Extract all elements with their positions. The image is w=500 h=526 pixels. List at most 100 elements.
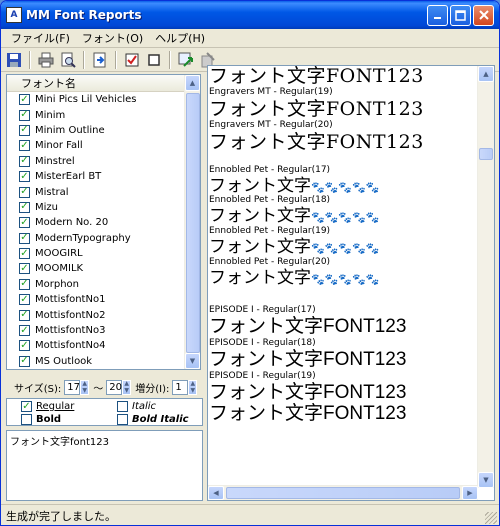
font-list-item[interactable]: ✓ Minim: [7, 107, 185, 122]
font-checkbox[interactable]: ✓: [19, 94, 30, 106]
preview-sample-text: フォント文字FONT123: [209, 382, 407, 404]
italic-option[interactable]: Italic: [117, 401, 156, 412]
font-checkbox[interactable]: ✓: [19, 278, 30, 290]
uncheck-all-button[interactable]: [144, 50, 164, 70]
menu-font[interactable]: フォント(O): [76, 30, 149, 46]
size-to-spinner[interactable]: ▲ ▼: [122, 379, 132, 395]
font-checkbox[interactable]: ✓: [19, 124, 30, 136]
size-from-spinner[interactable]: ▲ ▼: [80, 379, 90, 395]
close-button[interactable]: [473, 4, 494, 26]
refresh-button[interactable]: [176, 50, 196, 70]
font-checkbox[interactable]: ✓: [19, 309, 30, 321]
font-list-item[interactable]: ✓ MisterEarl BT: [7, 169, 185, 184]
font-checkbox[interactable]: ✓: [19, 232, 30, 244]
font-checkbox[interactable]: ✓: [19, 109, 30, 121]
preview-horizontal-scrollbar[interactable]: ◀ ▶: [208, 485, 478, 500]
bold-italic-checkbox[interactable]: [117, 414, 128, 425]
bold-option[interactable]: Bold: [21, 414, 61, 425]
menu-bar: ファイル(F) フォント(O) ヘルプ(H): [1, 29, 499, 48]
font-list-header[interactable]: フォント名: [7, 75, 200, 92]
italic-checkbox[interactable]: [117, 401, 128, 412]
font-checkbox[interactable]: ✓: [19, 263, 30, 275]
step-input[interactable]: 1: [172, 379, 189, 395]
regular-option[interactable]: ✓ Regular: [21, 401, 74, 412]
font-name: Mini Pics Lil Vehicles: [35, 94, 137, 106]
font-list-scrollbar[interactable]: ▲ ▼: [184, 75, 200, 369]
preview-hscroll-thumb[interactable]: [226, 487, 460, 499]
preview-scroll-up-button[interactable]: ▲: [478, 66, 494, 82]
chevron-up-icon: ▲: [483, 70, 489, 78]
preview-scroll-down-button[interactable]: ▼: [478, 472, 494, 488]
font-list-item[interactable]: ✓ Morphon: [7, 277, 185, 292]
menu-help[interactable]: ヘルプ(H): [149, 30, 211, 46]
preview-entry: EPISODE I - Regular(17): [209, 305, 478, 315]
preview-sample: フォント文字FONT123: [209, 98, 478, 120]
font-checkbox[interactable]: ✓: [19, 186, 30, 198]
export-button[interactable]: [90, 50, 110, 70]
app-icon[interactable]: A: [6, 7, 22, 23]
print-button[interactable]: [36, 50, 56, 70]
font-list-item[interactable]: ✓ Minim Outline: [7, 123, 185, 138]
font-checkbox[interactable]: ✓: [19, 248, 30, 260]
font-checkbox[interactable]: ✓: [19, 155, 30, 167]
bold-label: Bold: [36, 414, 62, 425]
minimize-button[interactable]: [427, 4, 448, 26]
font-list-item[interactable]: ✓ Modern No. 20: [7, 215, 185, 230]
font-list-item[interactable]: ✓ MottisfontNo1: [7, 292, 185, 307]
title-bar[interactable]: A MM Font Reports: [1, 1, 499, 29]
preview-sample-text: フォント文字FONT123: [209, 316, 407, 338]
size-label: サイズ(S):: [14, 383, 62, 395]
font-list-item[interactable]: ✓ MottisfontNo2: [7, 307, 185, 322]
font-list-item[interactable]: ✓ MS Outlook: [7, 354, 185, 369]
scroll-thumb[interactable]: [186, 93, 200, 353]
font-list-item[interactable]: ✓ Mizu: [7, 200, 185, 215]
preview-vertical-scrollbar[interactable]: ▲ ▼: [477, 66, 494, 488]
preview-panel: フォント文字FONT123 Engravers MT - Regular(19) フ…: [207, 65, 495, 501]
preview-entry: フォント文字🐾🐾🐾🐾🐾 Ennobled Pet - Regular(18): [209, 176, 478, 205]
maximize-button[interactable]: [450, 4, 471, 26]
font-list-item[interactable]: ✓ MottisfontNo4: [7, 338, 185, 353]
font-checkbox[interactable]: ✓: [19, 355, 30, 367]
font-checkbox[interactable]: ✓: [19, 201, 30, 213]
save-button[interactable]: [4, 50, 24, 70]
scroll-right-button[interactable]: ▶: [462, 486, 478, 500]
scroll-up-button[interactable]: ▲: [185, 75, 200, 91]
preview-sample-text: フォント文字: [209, 237, 311, 258]
preview-scroll-thumb[interactable]: [479, 148, 493, 160]
font-list-item[interactable]: ✓ MOOGIRL: [7, 246, 185, 261]
font-list-item[interactable]: ✓ MottisfontNo3: [7, 323, 185, 338]
font-checkbox[interactable]: ✓: [19, 340, 30, 352]
font-list-item[interactable]: ✓ Mistral: [7, 184, 185, 199]
font-list-item[interactable]: ✓ Minstrel: [7, 154, 185, 169]
regular-checkbox[interactable]: ✓: [21, 401, 32, 412]
preview-sample: フォント文字FONT123: [209, 66, 478, 87]
preview-entry: フォント文字🐾🐾🐾🐾🐾 Ennobled Pet - Regular(19): [209, 207, 478, 236]
font-checkbox[interactable]: ✓: [19, 171, 30, 183]
check-all-button[interactable]: [122, 50, 142, 70]
size-to-input[interactable]: 20: [106, 379, 123, 395]
bold-italic-option[interactable]: Bold Italic: [117, 414, 189, 425]
bold-checkbox[interactable]: [21, 414, 32, 425]
menu-file[interactable]: ファイル(F): [5, 30, 76, 46]
font-name: MOOGIRL: [35, 248, 83, 260]
step-spinner[interactable]: ▲ ▼: [188, 379, 198, 395]
style-options: ✓ Regular Italic Bold Bold Italic: [6, 398, 203, 426]
font-name: Minor Fall: [35, 140, 83, 152]
toolbar-separator: [115, 50, 117, 69]
font-list-item[interactable]: ✓ ModernTypography: [7, 231, 185, 246]
font-list-item[interactable]: ✓ Minor Fall: [7, 138, 185, 153]
scroll-down-button[interactable]: ▼: [185, 353, 200, 369]
font-checkbox[interactable]: ✓: [19, 294, 30, 306]
paw-print-glyphs: 🐾🐾🐾🐾🐾: [311, 180, 380, 194]
font-checkbox[interactable]: ✓: [19, 217, 30, 229]
resize-grip[interactable]: [485, 512, 497, 524]
size-from-input[interactable]: 17: [64, 379, 81, 395]
font-list-item[interactable]: ✓ MOOMILK: [7, 261, 185, 276]
font-checkbox[interactable]: ✓: [19, 140, 30, 152]
sample-text-input[interactable]: フォント文字font123: [6, 430, 203, 501]
preview-font-label: Engravers MT - Regular(20): [209, 119, 333, 130]
print-preview-button[interactable]: [58, 50, 78, 70]
font-list-item[interactable]: ✓ Mini Pics Lil Vehicles: [7, 92, 185, 107]
font-checkbox[interactable]: ✓: [19, 325, 30, 337]
scroll-left-button[interactable]: ◀: [208, 486, 224, 500]
